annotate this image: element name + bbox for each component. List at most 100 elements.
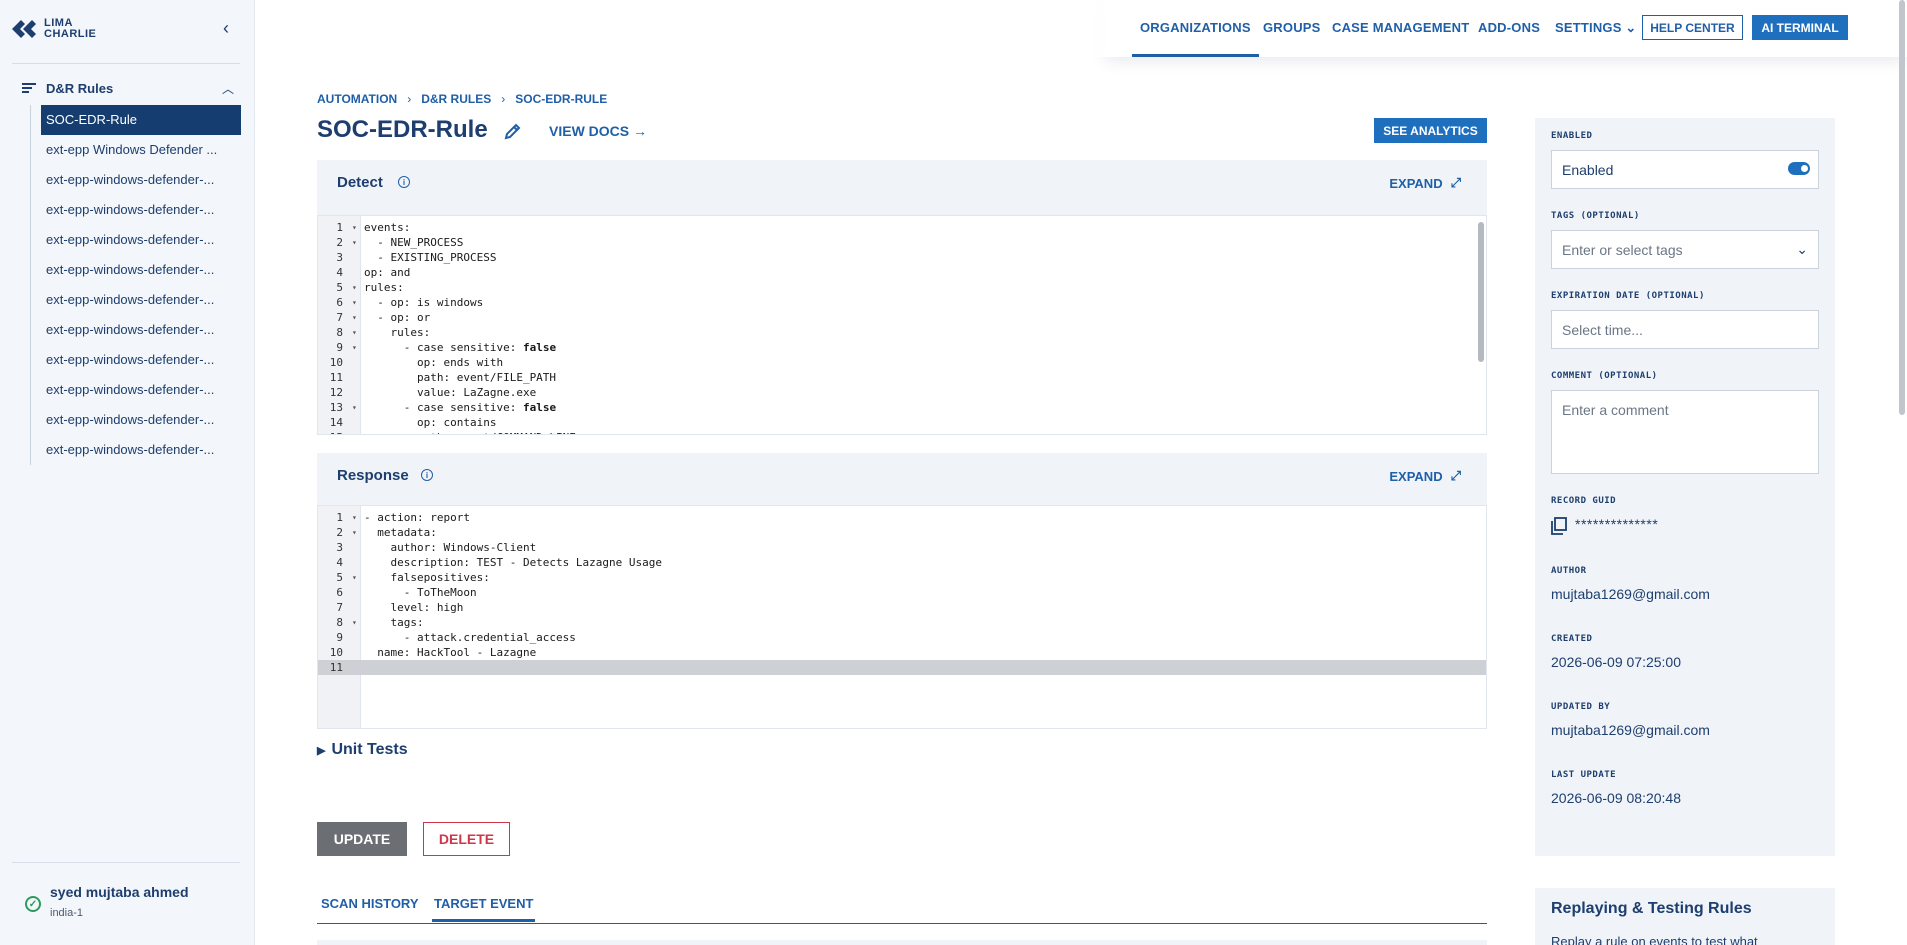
delete-button[interactable]: DELETE [423,822,510,856]
tab-scan-history[interactable]: SCAN HISTORY [319,896,421,919]
nav-case-management[interactable]: CASE MANAGEMENT [1332,20,1469,35]
code-line[interactable]: 10 name: HackTool - Lazagne [318,645,1486,660]
code-line[interactable]: 9 - attack.credential_access [318,630,1486,645]
fold-arrow-icon[interactable]: ▾ [352,400,357,415]
code-line[interactable]: 11 path: event/FILE_PATH [318,370,1486,385]
fold-arrow-icon[interactable]: ▾ [352,220,357,235]
nav-add-ons[interactable]: ADD-ONS [1478,20,1540,35]
sidebar-item-rule[interactable]: ext-epp-windows-defender-... [31,435,240,465]
code-line[interactable]: 3 - EXISTING_PROCESS [318,250,1486,265]
code-text: - op: or [364,310,430,325]
top-navigation: ORGANIZATIONS GROUPS CASE MANAGEMENT ADD… [1045,0,1907,57]
code-line[interactable]: 7 level: high [318,600,1486,615]
code-text-value: - case sensitive: [364,401,523,414]
sidebar-section-dr-rules[interactable]: D&R Rules ︿ [22,78,234,98]
info-icon[interactable]: i [421,469,433,481]
sidebar-item-rule[interactable]: ext-epp-windows-defender-... [31,225,240,255]
info-icon[interactable]: i [398,176,410,188]
fold-arrow-icon[interactable]: ▾ [352,340,357,355]
unit-tests-toggle[interactable]: ▶ Unit Tests [317,741,408,759]
nav-groups[interactable]: GROUPS [1263,20,1321,35]
comment-label: COMMENT (OPTIONAL) [1551,371,1658,381]
sidebar-item-rule[interactable]: ext-epp-windows-defender-... [31,405,240,435]
code-line[interactable]: 6 ▾ - op: is windows [318,295,1486,310]
fold-arrow-icon[interactable]: ▾ [352,280,357,295]
fold-arrow-icon[interactable]: ▾ [352,615,357,630]
sidebar-item-rule[interactable]: ext-epp-windows-defender-... [31,375,240,405]
sidebar-item-rule[interactable]: SOC-EDR-Rule [41,105,241,135]
code-line[interactable]: 2 ▾ metadata: [318,525,1486,540]
sidebar-item-rule[interactable]: ext-epp Windows Defender ... [31,135,240,165]
copy-icon[interactable] [1551,517,1567,535]
response-code-editor[interactable]: 1 ▾ - action: report 2 ▾ metadata: 3 author: … [317,505,1487,729]
detect-expand-button[interactable]: EXPAND ⤢ [1389,175,1461,191]
fold-arrow-icon[interactable]: ▾ [352,325,357,340]
unit-tests-label: Unit Tests [331,741,408,758]
collapse-sidebar-icon[interactable]: ‹ [218,18,234,38]
chevron-right-icon: › [501,92,506,106]
sidebar-item-rule[interactable]: ext-epp-windows-defender-... [31,345,240,375]
list-icon [22,83,36,93]
code-text: tags: [364,615,423,630]
breadcrumb-dr-rules[interactable]: D&R RULES [421,92,491,106]
fold-arrow-icon[interactable]: ▾ [352,295,357,310]
code-line[interactable]: 7 ▾ - op: or [318,310,1486,325]
breadcrumb-current[interactable]: SOC-EDR-RULE [515,92,607,106]
code-line[interactable]: 1 ▾ events: [318,220,1486,235]
tags-select[interactable]: Enter or select tags ⌄ [1551,230,1819,269]
expiration-date-input[interactable]: Select time... [1551,310,1819,349]
response-expand-button[interactable]: EXPAND ⤢ [1389,468,1461,484]
fold-arrow-icon[interactable]: ▾ [352,570,357,585]
update-button[interactable]: UPDATE [317,822,407,856]
user-profile[interactable]: ✓ syed mujtaba ahmed india-1 [12,862,240,919]
ai-terminal-button[interactable]: AI TERMINAL [1752,15,1848,40]
enabled-toggle-field[interactable]: Enabled [1551,150,1819,189]
code-line[interactable]: 12 value: LaZagne.exe [318,385,1486,400]
code-line[interactable]: 6 - ToTheMoon [318,585,1486,600]
code-line[interactable]: 5 ▾ rules: [318,280,1486,295]
detect-code-editor[interactable]: 1 ▾ events: 2 ▾ - NEW_PROCESS 3 - EXISTING_PR… [317,215,1487,435]
rule-list: SOC-EDR-Rule ext-epp Windows Defender ..… [30,105,241,465]
sidebar-item-rule[interactable]: ext-epp-windows-defender-... [31,285,240,315]
code-line[interactable]: 4 op: and [318,265,1486,280]
sidebar-section-label: D&R Rules [46,80,114,96]
pencil-icon[interactable] [503,121,523,141]
code-line[interactable]: 9 ▾ - case sensitive: false [318,340,1486,355]
limacharlie-logo[interactable]: LIMA CHARLIE [12,18,96,40]
view-docs-link[interactable]: VIEW DOCS → [549,123,647,139]
code-line[interactable]: 14 op: contains [318,415,1486,430]
code-line[interactable]: 8 ▾ tags: [318,615,1486,630]
see-analytics-button[interactable]: SEE ANALYTICS [1374,118,1487,143]
enabled-toggle[interactable] [1788,162,1810,175]
fold-arrow-icon[interactable]: ▾ [352,525,357,540]
code-line[interactable]: 1 ▾ - action: report [318,510,1486,525]
line-number: 3 [336,251,343,264]
code-line[interactable]: 11 [318,660,1486,675]
code-line[interactable]: 10 op: ends with [318,355,1486,370]
code-line[interactable]: 15 path: event/COMMAND_LINE [318,430,1486,434]
code-line[interactable]: 5 ▾ falsepositives: [318,570,1486,585]
code-line[interactable]: 4 description: TEST - Detects Lazagne Us… [318,555,1486,570]
fold-arrow-icon[interactable]: ▾ [352,310,357,325]
breadcrumb-automation[interactable]: AUTOMATION [317,92,397,106]
expand-label: EXPAND [1389,468,1443,484]
page-scrollbar[interactable] [1899,0,1905,415]
fold-arrow-icon[interactable]: ▾ [352,510,357,525]
help-center-button[interactable]: HELP CENTER [1642,15,1743,40]
sidebar-item-rule[interactable]: ext-epp-windows-defender-... [31,255,240,285]
fold-arrow-icon[interactable]: ▾ [352,235,357,250]
detect-title: Detect [337,174,383,191]
sidebar-item-rule[interactable]: ext-epp-windows-defender-... [31,165,240,195]
code-line[interactable]: 13 ▾ - case sensitive: false [318,400,1486,415]
code-line[interactable]: 8 ▾ rules: [318,325,1486,340]
tab-target-event[interactable]: TARGET EVENT [432,896,536,922]
sidebar-item-rule[interactable]: ext-epp-windows-defender-... [31,195,240,225]
code-line[interactable]: 2 ▾ - NEW_PROCESS [318,235,1486,250]
comment-textarea[interactable]: Enter a comment [1551,390,1819,474]
nav-organizations[interactable]: ORGANIZATIONS [1140,20,1251,35]
nav-settings[interactable]: SETTINGS ⌄ [1555,20,1637,36]
code-text-value: - action: report [364,511,470,524]
sidebar-item-rule[interactable]: ext-epp-windows-defender-... [31,315,240,345]
line-number: 6 [336,296,343,309]
code-line[interactable]: 3 author: Windows-Client [318,540,1486,555]
